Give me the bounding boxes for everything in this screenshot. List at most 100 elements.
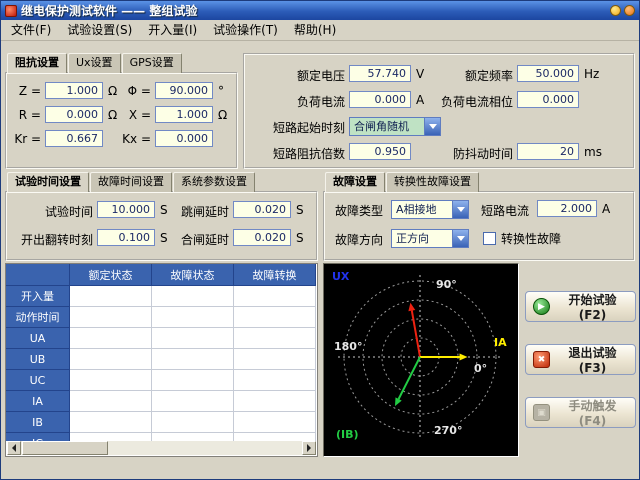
start-test-button[interactable]: 开始试验(F2) [525,291,636,322]
table-cell[interactable] [234,433,316,441]
table-cell[interactable] [234,349,316,370]
exit-test-button[interactable]: 退出试验(F3) [525,344,636,375]
short-circuit-start-label: 短路起始时刻 [251,119,345,136]
table-row: IB [6,412,317,433]
tab-fault-time-settings[interactable]: 故障时间设置 [90,172,172,192]
table-cell[interactable] [234,307,316,328]
fault-type-dropdown[interactable]: A相接地 [391,200,469,219]
debounce-time-label: 防抖动时间 [393,145,513,162]
table-cell[interactable] [152,412,234,433]
tab-fault-settings[interactable]: 故障设置 [325,172,385,192]
r-label: R = [9,108,41,122]
exit-test-label: 退出试验(F3) [557,344,628,375]
ux-phase-label: UX [332,270,349,283]
table-cell[interactable] [70,349,152,370]
debounce-time-field[interactable]: 20 [517,143,579,160]
table-cell[interactable] [234,370,316,391]
menu-test-operation[interactable]: 试验操作(T) [205,20,286,40]
scrollbar-thumb[interactable] [22,441,108,455]
z-field[interactable]: 1.000 [45,82,103,99]
table-cell[interactable] [70,412,152,433]
manual-trigger-button: 手动触发(F4) [525,397,636,428]
tab-gps-settings[interactable]: GPS设置 [122,53,182,73]
tab-evolving-fault-settings[interactable]: 转换性故障设置 [386,172,479,192]
scroll-right-button[interactable] [302,441,316,455]
ia-phase-label: IA [494,336,507,349]
kx-field[interactable]: 0.000 [155,130,213,147]
kr-field[interactable]: 0.667 [45,130,103,147]
rated-voltage-label: 额定电压 [251,67,345,84]
table-cell[interactable] [152,349,234,370]
app-window: 继电保护测试软件 —— 整组试验 文件(F) 试验设置(S) 开入量(I) 试验… [0,0,640,480]
table-cell[interactable] [234,286,316,307]
table-cell[interactable] [152,286,234,307]
table-cell[interactable] [70,307,152,328]
test-time-field[interactable]: 10.000 [97,201,155,218]
horizontal-scrollbar[interactable] [7,441,316,455]
r-field[interactable]: 0.000 [45,106,103,123]
table-cell[interactable] [152,370,234,391]
row-label: IA [6,391,70,412]
table-cell[interactable] [152,307,234,328]
row-label: IC [6,433,70,441]
evolving-fault-checkbox[interactable] [483,232,496,245]
minimize-button[interactable] [610,5,621,16]
table-cell[interactable] [70,433,152,441]
kx-label: Kx = [115,132,151,146]
table-cell[interactable] [70,391,152,412]
impedance-content: Z = 1.000 Ω Φ = 90.000 ° R = 0.000 Ω X =… [5,72,238,169]
table-cell[interactable] [234,412,316,433]
menu-file[interactable]: 文件(F) [3,20,59,40]
table-header-rated-state: 额定状态 [70,264,152,286]
dropdown-arrow-button[interactable] [452,230,468,247]
table-header-corner [6,264,70,286]
window-controls [610,5,635,16]
short-circuit-start-dropdown[interactable]: 合闸角随机 [349,117,441,136]
load-current-phase-field[interactable]: 0.000 [517,91,579,108]
phi-label: Φ = [115,84,151,98]
menu-test-settings[interactable]: 试验设置(S) [59,20,140,40]
menu-help[interactable]: 帮助(H) [286,20,344,40]
dropdown-arrow-button[interactable] [452,201,468,218]
ratings-panel: 额定电压 57.740 V 额定频率 50.000 Hz 负荷电流 0.000 … [243,53,635,169]
tab-impedance-settings[interactable]: 阻抗设置 [7,53,67,73]
chevron-down-icon [429,124,437,129]
rated-frequency-unit: Hz [584,67,599,81]
phi-field[interactable]: 90.000 [155,82,213,99]
titlebar: 继电保护测试软件 —— 整组试验 [1,1,639,20]
dropdown-arrow-button[interactable] [424,118,440,135]
test-time-label: 试验时间 [9,203,93,220]
table-cell[interactable] [152,328,234,349]
tab-test-time-settings[interactable]: 试验时间设置 [7,172,89,192]
trip-delay-field[interactable]: 0.020 [233,201,291,218]
short-circuit-current-field[interactable]: 2.000 [537,200,597,217]
arrow-right-icon [307,444,311,452]
table-grid: 额定状态 故障状态 故障转换 开入量 动作时间 UA UB [6,264,317,441]
rated-frequency-field[interactable]: 50.000 [517,65,579,82]
tab-system-param-settings[interactable]: 系统参数设置 [173,172,255,192]
table-cell[interactable] [70,286,152,307]
menu-bar: 文件(F) 试验设置(S) 开入量(I) 试验操作(T) 帮助(H) [1,20,639,41]
timing-tabstrip: 试验时间设置 故障时间设置 系统参数设置 [7,172,256,192]
tab-ux-settings[interactable]: Ux设置 [68,53,121,73]
menu-binary-input[interactable]: 开入量(I) [140,20,205,40]
close-delay-unit: S [296,231,304,245]
close-delay-field[interactable]: 0.020 [233,229,291,246]
load-current-label: 负荷电流 [251,93,345,110]
load-current-phase-label: 负荷电流相位 [393,93,513,110]
table-cell[interactable] [234,391,316,412]
x-field[interactable]: 1.000 [155,106,213,123]
table-cell[interactable] [70,370,152,391]
table-cell[interactable] [152,433,234,441]
scroll-left-button[interactable] [7,441,21,455]
fault-direction-dropdown[interactable]: 正方向 [391,229,469,248]
phi-unit: ° [218,84,224,98]
impedance-multiplier-label: 短路阻抗倍数 [251,145,345,162]
table-cell[interactable] [152,391,234,412]
close-button[interactable] [624,5,635,16]
table-cell[interactable] [70,328,152,349]
output-flip-time-field[interactable]: 0.100 [97,229,155,246]
table-row: UA [6,328,317,349]
table-cell[interactable] [234,328,316,349]
chevron-down-icon [457,207,465,212]
